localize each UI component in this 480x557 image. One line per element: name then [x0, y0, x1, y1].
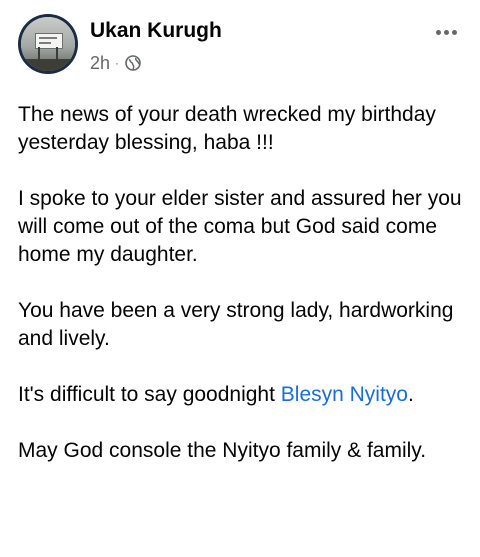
- facebook-post: Ukan Kurugh 2h · The news of your death …: [0, 0, 480, 557]
- more-options-icon[interactable]: [430, 20, 462, 44]
- post-paragraph: I spoke to your elder sister and assured…: [18, 187, 462, 266]
- post-paragraph: You have been a very strong lady, hardwo…: [18, 299, 454, 350]
- post-meta: 2h ·: [90, 52, 141, 74]
- globe-icon[interactable]: [125, 55, 141, 71]
- mention-link[interactable]: Blesyn Nyityo: [281, 383, 408, 406]
- post-content: The news of your death wrecked my birthd…: [18, 101, 468, 493]
- avatar-image: [21, 17, 75, 71]
- post-paragraph: May God console the Nyityo family & fami…: [18, 439, 427, 462]
- meta-separator: ·: [115, 56, 120, 70]
- post-timestamp[interactable]: 2h: [90, 52, 110, 74]
- post-paragraph: The news of your death wrecked my birthd…: [18, 103, 436, 154]
- post-header: Ukan Kurugh 2h ·: [18, 14, 462, 78]
- post-text: .: [408, 383, 414, 406]
- post-text: It's difficult to say goodnight: [18, 383, 281, 406]
- author-name[interactable]: Ukan Kurugh: [90, 18, 222, 44]
- post-paragraph: It's difficult to say goodnight Blesyn N…: [18, 381, 468, 409]
- avatar[interactable]: [18, 14, 78, 74]
